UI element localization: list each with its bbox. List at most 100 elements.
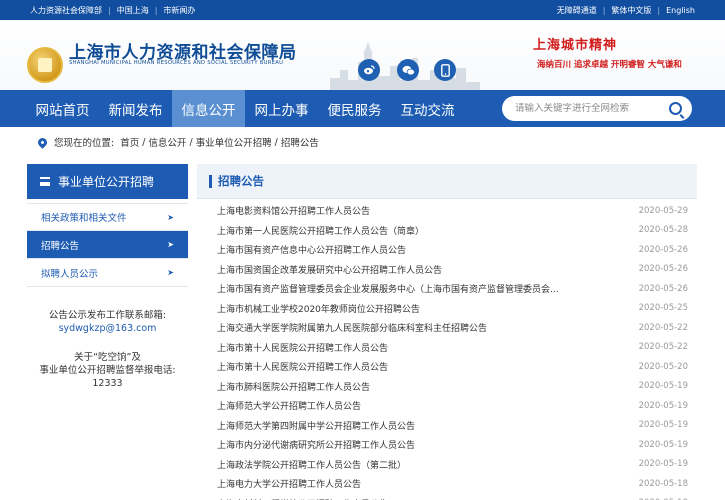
- title-accent-bar: [209, 174, 212, 188]
- city-spirit-title: 上海城市精神: [533, 38, 618, 53]
- arrow-right-icon: ➤: [167, 268, 174, 277]
- list-item-date: 2020-05-29: [638, 205, 688, 216]
- list-item[interactable]: 上海电影资料馆公开招聘工作人员公告 2020-05-29: [197, 201, 697, 221]
- link-china-shanghai[interactable]: 中国上海: [117, 5, 149, 16]
- list-item[interactable]: 上海市材料工程学校公开招聘工作人员公告2020-05-18: [197, 494, 697, 500]
- list-item-title: 上海政法学院公开招聘工作人员公告（第二批）: [217, 460, 407, 471]
- weibo-icon[interactable]: [358, 59, 380, 81]
- breadcrumb: 您现在的位置: 首页 / 信息公开 / 事业单位公开招聘 / 招聘公告: [0, 127, 725, 157]
- sidebar-header: 事业单位公开招聘: [27, 164, 188, 199]
- city-spirit-motto: 海纳百川 追求卓越 开明睿智 大气谦和: [537, 60, 682, 70]
- report-line-2: 事业单位公开招聘监督举报电话:: [39, 365, 176, 376]
- list-item-title: 上海电力大学公开招聘工作人员公告: [217, 480, 362, 491]
- search-box: [502, 96, 692, 121]
- list-item[interactable]: 上海师范大学公开招聘工作人员公告 2020-05-19: [197, 396, 697, 416]
- breadcrumb-info-disclosure[interactable]: 信息公开: [148, 135, 186, 149]
- sidebar-item-label: 拟聘人员公示: [41, 268, 99, 280]
- sidebar-item-announcements[interactable]: 招聘公告 ➤: [27, 231, 188, 259]
- link-news-office[interactable]: 市新闻办: [163, 5, 195, 16]
- list-item-title: 上海市第一人民医院公开招聘工作人员公告（简章）: [217, 226, 425, 237]
- list-item-date: 2020-05-19: [638, 400, 688, 411]
- link-english[interactable]: English: [666, 6, 695, 15]
- logo-emblem-icon[interactable]: [27, 47, 63, 83]
- nav-item-news[interactable]: 新闻发布: [99, 90, 172, 127]
- list-item[interactable]: 上海师范大学第四附属中学公开招聘工作人员公告 2020-05-19: [197, 416, 697, 436]
- sidebar-item-candidates[interactable]: 拟聘人员公示 ➤: [27, 259, 188, 287]
- list-item-title: 上海师范大学第四附属中学公开招聘工作人员公告: [217, 421, 416, 432]
- link-traditional-chinese[interactable]: 繁体中文版: [611, 5, 651, 16]
- list-item[interactable]: 上海市国有资产监督管理委员会企业发展服务中心（上海市国有资产监督管理委员会...…: [197, 279, 697, 299]
- list-item[interactable]: 上海市内分泌代谢病研究所公开招聘工作人员公告 2020-05-19: [197, 435, 697, 455]
- list-item[interactable]: 上海市第十人民医院公开招聘工作人员公告 2020-05-22: [197, 338, 697, 358]
- sidebar-item-label: 招聘公告: [41, 240, 80, 252]
- list-item[interactable]: 上海市机械工业学校2020年教师岗位公开招聘公告 2020-05-25: [197, 299, 697, 319]
- content-area: 事业单位公开招聘 相关政策和相关文件 ➤ 招聘公告 ➤ 拟聘人员公示 ➤ 公告公…: [0, 157, 725, 500]
- mailbox-link[interactable]: sydwgkzp@163.com: [59, 323, 157, 334]
- list-item-title: 上海市肺科医院公开招聘工作人员公告: [217, 382, 371, 393]
- link-accessibility[interactable]: 无障碍通道: [557, 5, 597, 16]
- list-item-title: 上海市内分泌代谢病研究所公开招聘工作人员公告: [217, 441, 416, 452]
- list-item-date: 2020-05-19: [638, 439, 688, 450]
- breadcrumb-public-recruitment[interactable]: 事业单位公开招聘: [196, 135, 272, 149]
- breadcrumb-home[interactable]: 首页: [120, 135, 139, 149]
- separator: |: [108, 5, 111, 15]
- separator: |: [602, 5, 606, 15]
- site-header: 上海市人力资源和社会保障局 SHANGHAI MUNICIPAL HUMAN R…: [0, 20, 725, 90]
- list-item[interactable]: 上海市肺科医院公开招聘工作人员公告 2020-05-19: [197, 377, 697, 397]
- list-item[interactable]: 上海市第一人民医院公开招聘工作人员公告（简章） 2020-05-28: [197, 221, 697, 241]
- list-item-title: 上海市国资国企改革发展研究中心公开招聘工作人员公告: [217, 265, 443, 276]
- location-pin-icon: [36, 135, 49, 149]
- list-item[interactable]: 上海政法学院公开招聘工作人员公告（第二批） 2020-05-19: [197, 455, 697, 475]
- list-item-date: 2020-05-25: [638, 303, 688, 314]
- search-icon[interactable]: [669, 102, 682, 115]
- nav-item-public-services[interactable]: 便民服务: [318, 90, 391, 127]
- nav-item-interaction[interactable]: 互动交流: [391, 90, 464, 127]
- link-mohrss[interactable]: 人力资源社会保障部: [30, 5, 102, 16]
- arrow-right-icon: ➤: [167, 240, 174, 249]
- breadcrumb-separator: /: [274, 136, 278, 148]
- list-item-date: 2020-05-18: [638, 478, 688, 489]
- list-item-date: 2020-05-19: [638, 381, 688, 392]
- separator: |: [154, 5, 158, 15]
- list-item-title: 上海市第十人民医院公开招聘工作人员公告: [217, 363, 389, 374]
- top-bar: 人力资源社会保障部 | 中国上海 | 市新闻办 无障碍通道 | 繁体中文版 | …: [0, 0, 725, 20]
- sidebar-item-policies[interactable]: 相关政策和相关文件 ➤: [27, 203, 188, 231]
- list-item-title: 上海市第十人民医院公开招聘工作人员公告: [217, 343, 389, 354]
- nav-item-home[interactable]: 网站首页: [26, 90, 99, 127]
- sidebar-item-label: 相关政策和相关文件: [41, 213, 127, 224]
- main-panel-header: 招聘公告: [197, 164, 697, 199]
- nav-item-info-disclosure[interactable]: 信息公开: [172, 90, 245, 127]
- list-item-date: 2020-05-19: [638, 420, 688, 431]
- arrow-right-icon: ➤: [167, 212, 174, 222]
- mobile-icon[interactable]: [434, 59, 456, 81]
- list-item[interactable]: 上海市国有资产信息中心公开招聘工作人员公告 2020-05-26: [197, 240, 697, 260]
- list-item-title: 上海市机械工业学校2020年教师岗位公开招聘公告: [217, 304, 420, 315]
- announcement-list: 上海电影资料馆公开招聘工作人员公告 2020-05-29 上海市第一人民医院公开招聘…: [197, 201, 697, 500]
- main-nav: 网站首页 新闻发布 信息公开 网上办事 便民服务 互动交流: [0, 90, 725, 127]
- main-panel-title: 招聘公告: [218, 174, 264, 188]
- list-item[interactable]: 上海电力大学公开招聘工作人员公告 2020-05-18: [197, 474, 697, 494]
- list-item[interactable]: 上海交通大学医学院附属第九人民医院部分临床科室科主任招聘公告 2020-05-22: [197, 318, 697, 338]
- main-panel: 招聘公告 上海电影资料馆公开招聘工作人员公告 2020-05-29 上海市第一人民医…: [197, 164, 697, 500]
- list-item-date: 2020-05-22: [638, 322, 688, 333]
- list-item[interactable]: 上海市第十人民医院公开招聘工作人员公告 2020-05-20: [197, 357, 697, 377]
- report-phone: 12333: [92, 378, 123, 389]
- site-subtitle: SHANGHAI MUNICIPAL HUMAN RESOURCES AND S…: [69, 60, 284, 66]
- search-input[interactable]: [515, 103, 660, 114]
- list-item-date: 2020-05-19: [638, 459, 688, 470]
- menu-list-icon: [40, 177, 50, 186]
- sidebar-title: 事业单位公开招聘: [58, 175, 155, 189]
- contact-info: 公告公示发布工作联系邮箱: sydwgkzp@163.com 关于“吃空饷”及 …: [27, 309, 188, 390]
- list-item[interactable]: 上海市国资国企改革发展研究中心公开招聘工作人员公告 2020-05-26: [197, 260, 697, 280]
- separator: |: [657, 5, 661, 15]
- wechat-icon[interactable]: [397, 59, 419, 81]
- sidebar: 事业单位公开招聘 相关政策和相关文件 ➤ 招聘公告 ➤ 拟聘人员公示 ➤ 公告公…: [27, 164, 188, 390]
- list-item-title: 上海交通大学医学院附属第九人民医院部分临床科室科主任招聘公告: [217, 324, 488, 335]
- list-item-date: 2020-05-20: [638, 361, 688, 372]
- top-bar-right-links: 无障碍通道 | 繁体中文版 | English: [557, 5, 695, 16]
- mailbox-label: 公告公示发布工作联系邮箱:: [48, 310, 167, 321]
- breadcrumb-separator: /: [142, 136, 146, 148]
- list-item-date: 2020-05-26: [638, 283, 688, 294]
- breadcrumb-separator: /: [189, 136, 193, 148]
- nav-item-online-services[interactable]: 网上办事: [245, 90, 318, 127]
